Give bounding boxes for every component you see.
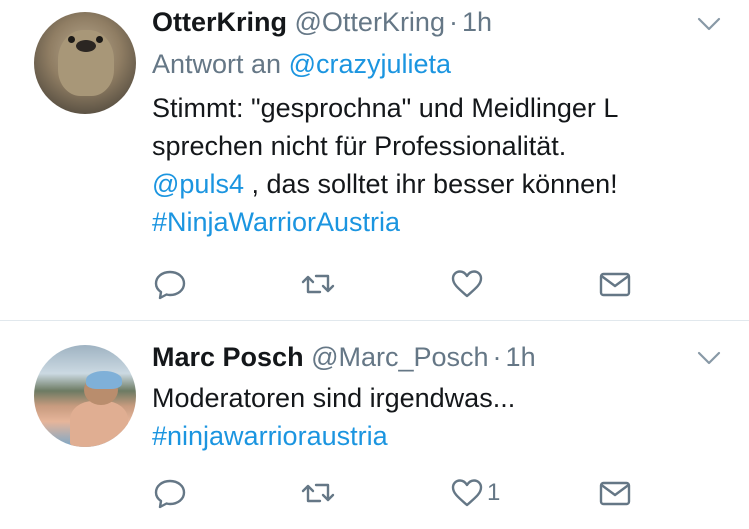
display-name[interactable]: Marc Posch [152,342,304,372]
tweet-actions: 1 [0,473,749,513]
reply-mention-link[interactable]: @crazyjulieta [289,49,451,79]
tweet-header: OtterKring @OtterKring · 1h [152,6,492,38]
tweet[interactable]: Marc Posch @Marc_Posch · 1h Moderatoren si… [0,321,749,529]
direct-message-button[interactable] [597,264,633,304]
avatar-body [70,401,128,447]
direct-message-button[interactable] [597,473,633,513]
like-button[interactable] [449,264,487,304]
tweet-header: Marc Posch @Marc_Posch · 1h [152,341,536,373]
tweet-text-line: sprechen nicht für Professionalität. [152,131,567,161]
display-name[interactable]: OtterKring [152,7,287,37]
chevron-down-icon[interactable] [696,348,722,368]
user-handle[interactable]: @OtterKring [295,7,445,37]
separator-dot: · [492,342,502,372]
retweet-button[interactable] [300,473,336,513]
hashtag-link[interactable]: #NinjaWarriorAustria [152,207,400,237]
tweet-text-line: @puls4 , das solltet ihr besser können! [152,165,618,203]
tweet-actions [0,264,749,304]
envelope-icon [599,481,631,506]
timestamp[interactable]: 1h [506,342,536,372]
avatar-eye [96,36,103,43]
mention-link[interactable]: @puls4 [152,169,244,199]
tweet-text-line: Stimmt: "gesprochna" und Meidlinger L [152,93,619,123]
tweet-text-line: Moderatoren sind irgendwas... [152,383,516,413]
tweet-text-fragment: , das solltet ihr besser können! [243,169,618,199]
avatar-eye [68,36,75,43]
reply-button[interactable] [152,473,188,513]
retweet-button[interactable] [300,264,336,304]
reply-icon [154,479,186,509]
like-count: 1 [487,479,501,506]
heart-icon [451,270,483,298]
reply-context: Antwort an @crazyjulieta [152,48,451,80]
reply-button[interactable] [152,264,188,304]
avatar-nose [76,40,96,52]
reply-prefix: Antwort an [152,49,282,79]
timestamp[interactable]: 1h [462,7,492,37]
chevron-down-icon[interactable] [696,14,722,34]
avatar[interactable] [34,12,136,114]
retweet-icon [301,483,335,503]
tweet[interactable]: OtterKring @OtterKring · 1h Antwort an @cr… [0,0,749,320]
tweet-text: Stimmt: "gesprochna" und Meidlinger L sp… [152,89,618,241]
like-button[interactable]: 1 [449,473,500,513]
envelope-icon [599,272,631,297]
user-handle[interactable]: @Marc_Posch [311,342,488,372]
tweet-text: Moderatoren sind irgendwas... #ninjawarr… [152,379,515,455]
hashtag-link[interactable]: #ninjawarrioraustria [152,421,388,451]
avatar-cap [86,371,122,389]
retweet-icon [301,274,335,294]
avatar[interactable] [34,345,136,447]
heart-icon [451,479,483,507]
reply-icon [154,270,186,300]
separator-dot: · [448,7,458,37]
